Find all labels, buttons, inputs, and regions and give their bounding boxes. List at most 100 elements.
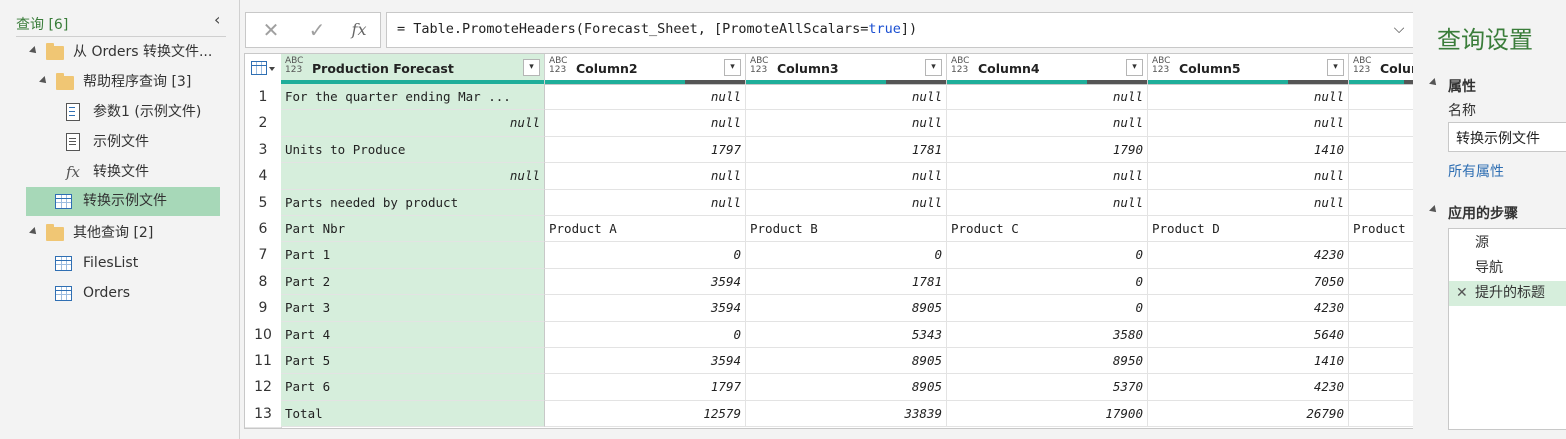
table-cell[interactable] [1349,163,1414,190]
table-cell[interactable]: null [746,84,947,111]
all-properties-link[interactable]: 所有属性 [1448,161,1504,181]
table-cell[interactable] [1349,295,1414,322]
table-cell[interactable]: 8905 [746,295,947,322]
type-any-icon[interactable]: ABC 123 [951,57,969,75]
table-cell[interactable]: Part 1 [281,242,545,269]
type-any-icon[interactable]: ABC 123 [1152,57,1170,75]
table-cell[interactable] [1349,137,1414,164]
table-cell[interactable]: 1781 [746,268,947,296]
row-number[interactable]: 11 [245,348,282,376]
row-number[interactable]: 10 [245,321,282,349]
table-cell[interactable]: Part Nbr [281,216,545,243]
row-number[interactable]: 4 [245,163,282,191]
row-number[interactable]: 12 [245,374,282,402]
table-cell[interactable]: Product B [746,216,947,243]
table-cell[interactable]: null [1148,110,1349,137]
row-number[interactable]: 13 [245,400,282,428]
table-cell[interactable]: null [1148,163,1349,190]
row-number[interactable]: 5 [245,189,282,217]
tree-item-other-queries[interactable]: 其他查询 [2] [28,219,228,247]
table-cell[interactable]: 1410 [1148,136,1349,164]
tree-item-transform-file[interactable]: fx 转换文件 [64,158,228,186]
type-any-icon[interactable]: ABC 123 [549,57,567,75]
table-cell[interactable]: 33839 [746,400,947,428]
tree-item-parameter1[interactable]: 参数1 (示例文件) [64,98,228,126]
table-cell[interactable]: Total [281,400,545,428]
delete-step-icon[interactable]: ✕ [1456,281,1468,306]
table-cell[interactable]: Part 4 [281,321,545,348]
table-cell[interactable]: 1790 [947,136,1148,164]
column-header[interactable]: ABC 123 Production Forecast ▾ [281,54,545,85]
table-cell[interactable]: 3594 [545,295,746,322]
table-cell[interactable]: null [281,163,545,190]
table-cell[interactable]: Part 3 [281,295,545,322]
tree-item-sample-file[interactable]: 示例文件 [64,128,228,156]
table-cell[interactable]: 5370 [947,374,1148,401]
table-cell[interactable]: null [947,163,1148,190]
table-cell[interactable]: null [746,163,947,190]
table-cell[interactable]: 5343 [746,321,947,348]
table-cell[interactable]: null [281,110,545,137]
table-cell[interactable]: null [746,189,947,216]
column-header[interactable]: ABC 123 Column5 ▾ [1148,54,1349,85]
table-cell[interactable]: 4230 [1148,295,1349,322]
table-cell[interactable]: 26790 [1148,400,1349,428]
filter-dropdown-icon[interactable]: ▾ [724,59,741,76]
filter-dropdown-icon[interactable]: ▾ [1126,59,1143,76]
filter-dropdown-icon[interactable]: ▾ [1327,59,1344,76]
table-cell[interactable]: null [545,163,746,190]
table-cell[interactable]: Part 5 [281,348,545,375]
tree-item-fileslist[interactable]: FilesList [55,249,228,277]
row-number[interactable]: 7 [245,242,282,270]
tree-item-orders-folder[interactable]: 从 Orders 转换文件... [28,38,228,66]
column-header[interactable]: ABC 123 Column2 ▾ [545,54,746,85]
table-cell[interactable]: 1781 [746,136,947,164]
step-promoted-headers[interactable]: ✕ 提升的标题 [1449,281,1566,306]
table-cell[interactable]: 0 [947,242,1148,269]
table-cell[interactable]: 1797 [545,136,746,164]
table-cell[interactable] [1349,401,1414,428]
column-header[interactable]: ABC 123 Column3 ▾ [746,54,947,85]
table-cell[interactable] [1349,269,1414,296]
row-number[interactable]: 2 [245,110,282,138]
table-cell[interactable] [1349,322,1414,348]
fx-icon[interactable]: fx [344,17,374,43]
row-number[interactable]: 1 [245,84,282,112]
table-cell[interactable]: 8950 [947,348,1148,375]
table-cell[interactable]: null [1148,189,1349,216]
table-cell[interactable]: 0 [545,242,746,269]
table-cell[interactable]: 0 [545,321,746,348]
table-cell[interactable]: null [1148,84,1349,111]
table-cell[interactable]: null [545,189,746,216]
expand-triangle-icon[interactable] [29,227,39,237]
row-number[interactable]: 3 [245,136,282,165]
table-cell[interactable]: null [545,84,746,111]
column-header[interactable]: ABC 123 Column4 ▾ [947,54,1148,85]
table-cell[interactable]: 3580 [947,321,1148,348]
expand-triangle-icon[interactable] [29,46,39,56]
tree-item-orders[interactable]: Orders [55,279,228,307]
table-cell[interactable] [1349,374,1414,401]
formula-input[interactable]: = Table.PromoteHeaders(Forecast_Sheet, [… [386,12,1414,48]
table-cell[interactable]: Product D [1148,216,1349,243]
type-any-icon[interactable]: ABC 123 [750,57,768,75]
filter-dropdown-icon[interactable]: ▾ [523,59,540,76]
table-cell[interactable]: Units to Produce [281,136,545,164]
table-cell[interactable]: Part 6 [281,374,545,401]
table-cell[interactable]: 4230 [1148,374,1349,401]
table-cell[interactable]: Product C [947,216,1148,243]
cancel-icon[interactable]: ✕ [256,17,286,43]
table-cell[interactable]: 12579 [545,400,746,428]
table-cell[interactable]: null [746,110,947,137]
applied-steps-section[interactable]: 应用的步骤 [1433,203,1518,223]
chevron-down-icon[interactable]: ⌵ [1391,21,1407,37]
table-cell[interactable]: null [545,110,746,137]
table-cell[interactable]: 8905 [746,374,947,401]
table-cell[interactable]: For the quarter ending Mar ... [281,84,545,111]
commit-icon[interactable]: ✓ [302,17,332,43]
table-cell[interactable]: 0 [947,268,1148,296]
table-cell[interactable]: null [947,84,1148,111]
table-cell[interactable]: 0 [947,295,1148,322]
table-cell[interactable]: 4230 [1148,242,1349,269]
tree-item-helper-queries[interactable]: 帮助程序查询 [3] [38,68,228,96]
